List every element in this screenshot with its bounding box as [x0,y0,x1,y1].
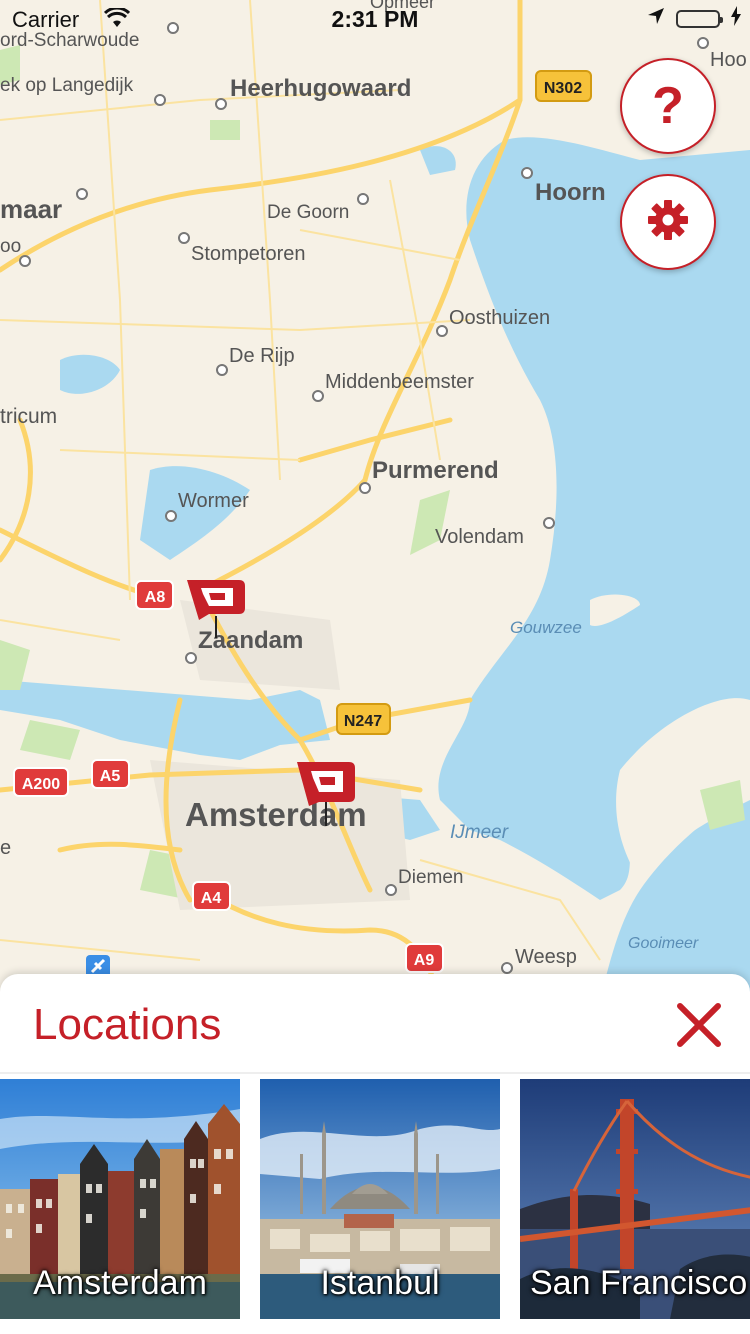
place-label: Purmerend [372,457,499,484]
location-card-label: Amsterdam [33,1264,207,1302]
place-label: e [0,837,11,859]
status-right [646,6,742,32]
svg-text:A5: A5 [100,768,121,785]
water-label: Gooimeer [628,935,699,952]
road-shield-a8: A8 [135,580,174,610]
location-arrow-icon [646,6,666,32]
svg-text:N302: N302 [544,80,582,97]
water-label: IJmeer [450,822,509,843]
place-label: Zaandam [198,627,303,654]
place-label: oo [0,236,21,257]
place-label: Volendam [435,526,524,548]
question-icon: ? [652,77,684,135]
place-label: Stompetoren [191,243,306,265]
svg-text:N247: N247 [344,713,382,730]
location-card-label: Istanbul [320,1264,440,1302]
place-label: Middenbeemster [325,371,474,393]
svg-text:A4: A4 [201,890,222,907]
place-label: Diemen [398,867,463,888]
sheet-divider [0,1072,750,1074]
water-label: Gouwzee [510,618,582,637]
charging-icon [730,6,742,32]
gear-icon [645,197,691,248]
road-shield-a5: A5 [91,759,130,789]
road-shield-n247: N247 [336,703,391,735]
place-label: De Goorn [267,202,349,223]
location-card-label: San Francisco [530,1264,748,1302]
locations-sheet: Locations Amsterdam Istanbul San Francis… [0,974,750,1334]
place-label: Hoo [710,49,747,71]
place-label: tricum [0,405,57,428]
map-view[interactable]: Opmeer ord-Scharwoude ek op Langedijk He… [0,0,750,1000]
location-card-amsterdam[interactable]: Amsterdam [0,1079,240,1319]
road-shield-a4: A4 [192,881,231,911]
status-time: 2:31 PM [331,6,419,32]
place-label: maar [0,194,62,224]
place-label: Oosthuizen [449,307,550,329]
place-label: Wormer [178,490,249,512]
place-label: Heerhugowaard [230,75,411,102]
settings-button[interactable] [620,174,716,270]
close-button[interactable] [670,996,728,1054]
help-button[interactable]: ? [620,58,716,154]
location-card-istanbul[interactable]: Istanbul [260,1079,500,1319]
road-shield-n302: N302 [535,70,592,102]
sheet-title: Locations [33,1000,222,1049]
place-label: Hoorn [535,179,606,206]
road-shield-a200: A200 [13,767,69,797]
svg-text:A8: A8 [145,589,166,606]
road-shield-a9: A9 [405,943,444,973]
svg-text:A9: A9 [414,952,435,969]
battery-icon [676,10,723,28]
place-label: Weesp [515,946,577,968]
svg-text:A200: A200 [22,776,60,793]
locations-carousel[interactable]: Amsterdam Istanbul San Francisco [0,1079,750,1319]
location-card-san-francisco[interactable]: San Francisco [520,1079,750,1319]
status-bar: Carrier 2:31 PM [0,0,750,40]
close-icon [677,1003,721,1047]
place-label: De Rijp [229,345,295,367]
place-label: ek op Langedijk [0,75,134,96]
